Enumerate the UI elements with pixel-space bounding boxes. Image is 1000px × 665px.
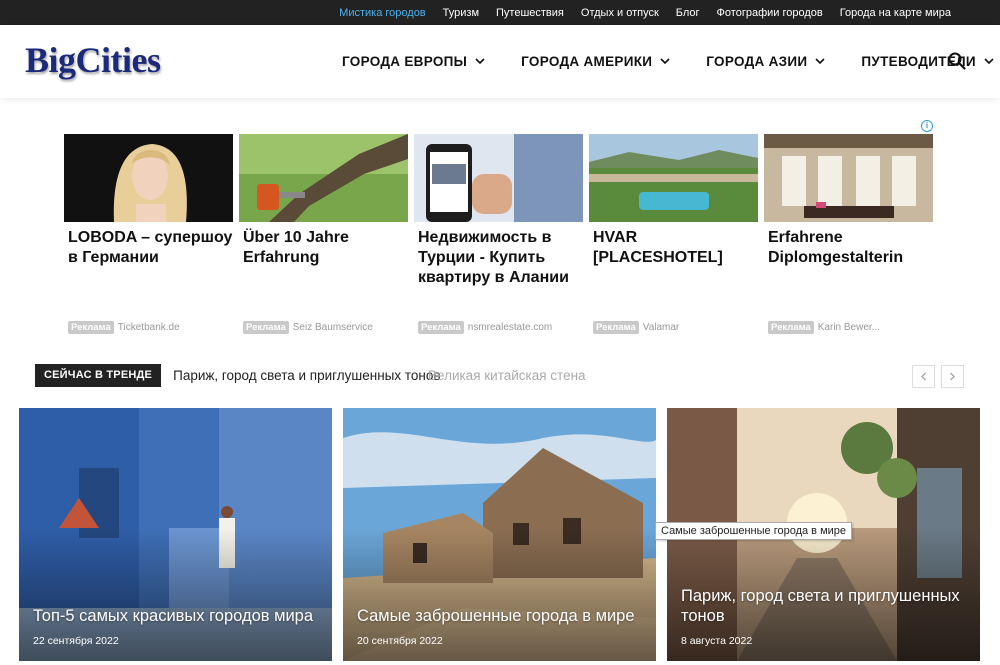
chevron-right-icon (950, 372, 955, 381)
ad-source: nsmrealestate.com (467, 322, 553, 333)
tooltip: Самые заброшенные города в мире (655, 522, 853, 540)
trending-prev-button[interactable] (912, 365, 935, 388)
top-link-travel[interactable]: Путешествия (496, 7, 564, 19)
nav-america[interactable]: ГОРОДА АМЕРИКИ (521, 54, 670, 69)
ad-meta: Реклама Karin Bewer... (768, 321, 880, 334)
ad-source: Seiz Baumservice (292, 322, 373, 333)
card-title[interactable]: Самые заброшенные города в мире (357, 606, 642, 626)
chevron-down-icon (660, 58, 670, 65)
ad-card[interactable]: Über 10 Jahre Erfahrung Реклама Seiz Bau… (239, 134, 408, 339)
card-date: 8 августа 2022 (681, 635, 753, 647)
card-title[interactable]: Топ-5 самых красивых городов мира (33, 606, 318, 626)
ad-image-hotel (589, 134, 758, 222)
ad-title: Über 10 Jahre Erfahrung (243, 229, 349, 266)
ad-card[interactable]: Недвижимость в Турции - Купить квартиру … (414, 134, 583, 339)
ad-row: LOBODA – супершоу в Германии Реклама Tic… (64, 134, 933, 339)
ad-title: HVAR [PLACESHOTEL] (593, 229, 723, 266)
trending-link-current[interactable]: Париж, город света и приглушенных тонов (173, 368, 440, 383)
card-date: 22 сентября 2022 (33, 635, 119, 647)
nav-label: ГОРОДА ЕВРОПЫ (342, 54, 468, 69)
top-link-map[interactable]: Города на карте мира (840, 7, 951, 19)
featured-card[interactable]: Самые заброшенные города в мире 20 сентя… (343, 408, 656, 661)
featured-card[interactable]: Топ-5 самых красивых городов мира 22 сен… (19, 408, 332, 661)
ad-source: Karin Bewer... (817, 322, 881, 333)
ad-badge: Реклама (768, 321, 814, 334)
ad-card[interactable]: LOBODA – супершоу в Германии Реклама Tic… (64, 134, 233, 339)
card-title[interactable]: Париж, город света и приглушенных тонов (681, 586, 966, 626)
ad-image-phone (414, 134, 583, 222)
top-link-tourism[interactable]: Туризм (443, 7, 479, 19)
nav-europe[interactable]: ГОРОДА ЕВРОПЫ (342, 54, 485, 69)
site-logo[interactable]: BigCities (25, 39, 161, 81)
trending-next-button[interactable] (941, 365, 964, 388)
top-link-vacation[interactable]: Отдых и отпуск (581, 7, 659, 19)
trending-bar: СЕЙЧАС В ТРЕНДЕ Париж, город света и при… (35, 364, 441, 387)
ad-meta: Реклама Seiz Baumservice (243, 321, 373, 334)
ad-source: Valamar (642, 322, 680, 333)
ad-title: Недвижимость в Турции - Купить квартиру … (418, 229, 569, 286)
ad-title: Erfahrene Diplomgestalterin (768, 229, 904, 266)
ad-info-icon[interactable]: i (921, 120, 933, 132)
top-link-photos[interactable]: Фотографии городов (717, 7, 823, 19)
ad-badge: Реклама (243, 321, 289, 334)
nav-label: ГОРОДА АЗИИ (706, 54, 808, 69)
ad-image-singer (64, 134, 233, 222)
chevron-down-icon (815, 58, 825, 65)
nav-asia[interactable]: ГОРОДА АЗИИ (706, 54, 825, 69)
card-date: 20 сентября 2022 (357, 635, 443, 647)
main-nav: ГОРОДА ЕВРОПЫ ГОРОДА АМЕРИКИ ГОРОДА АЗИИ… (342, 25, 994, 98)
trending-link-next[interactable]: Великая китайская стена (428, 368, 586, 383)
top-link-blog[interactable]: Блог (676, 7, 700, 19)
chevron-down-icon (984, 58, 994, 65)
ad-badge: Реклама (593, 321, 639, 334)
nav-label: ГОРОДА АМЕРИКИ (521, 54, 653, 69)
chevron-down-icon (475, 58, 485, 65)
search-icon[interactable] (948, 52, 966, 70)
ad-meta: Реклама nsmrealestate.com (418, 321, 552, 334)
ad-badge: Реклама (418, 321, 464, 334)
top-menu: Мистика городов Туризм Путешествия Отдых… (339, 0, 951, 25)
top-bar: Мистика городов Туризм Путешествия Отдых… (0, 0, 1000, 25)
nav-guides[interactable]: ПУТЕВОДИТЕЛИ (861, 54, 994, 69)
top-link-mystic[interactable]: Мистика городов (339, 7, 425, 19)
ad-badge: Реклама (68, 321, 114, 334)
trending-label: СЕЙЧАС В ТРЕНДЕ (35, 364, 162, 387)
site-header: BigCities ГОРОДА ЕВРОПЫ ГОРОДА АМЕРИКИ Г… (0, 25, 1000, 98)
ad-source: Ticketbank.de (117, 322, 180, 333)
ad-card[interactable]: HVAR [PLACESHOTEL] Реклама Valamar (589, 134, 758, 339)
ad-meta: Реклама Ticketbank.de (68, 321, 180, 334)
ad-card[interactable]: Erfahrene Diplomgestalterin Реклама Kari… (764, 134, 933, 339)
chevron-left-icon (921, 372, 926, 381)
ad-image-tree (239, 134, 408, 222)
ad-title: LOBODA – супершоу в Германии (68, 229, 233, 266)
ad-meta: Реклама Valamar (593, 321, 679, 334)
ad-image-interior (764, 134, 933, 222)
